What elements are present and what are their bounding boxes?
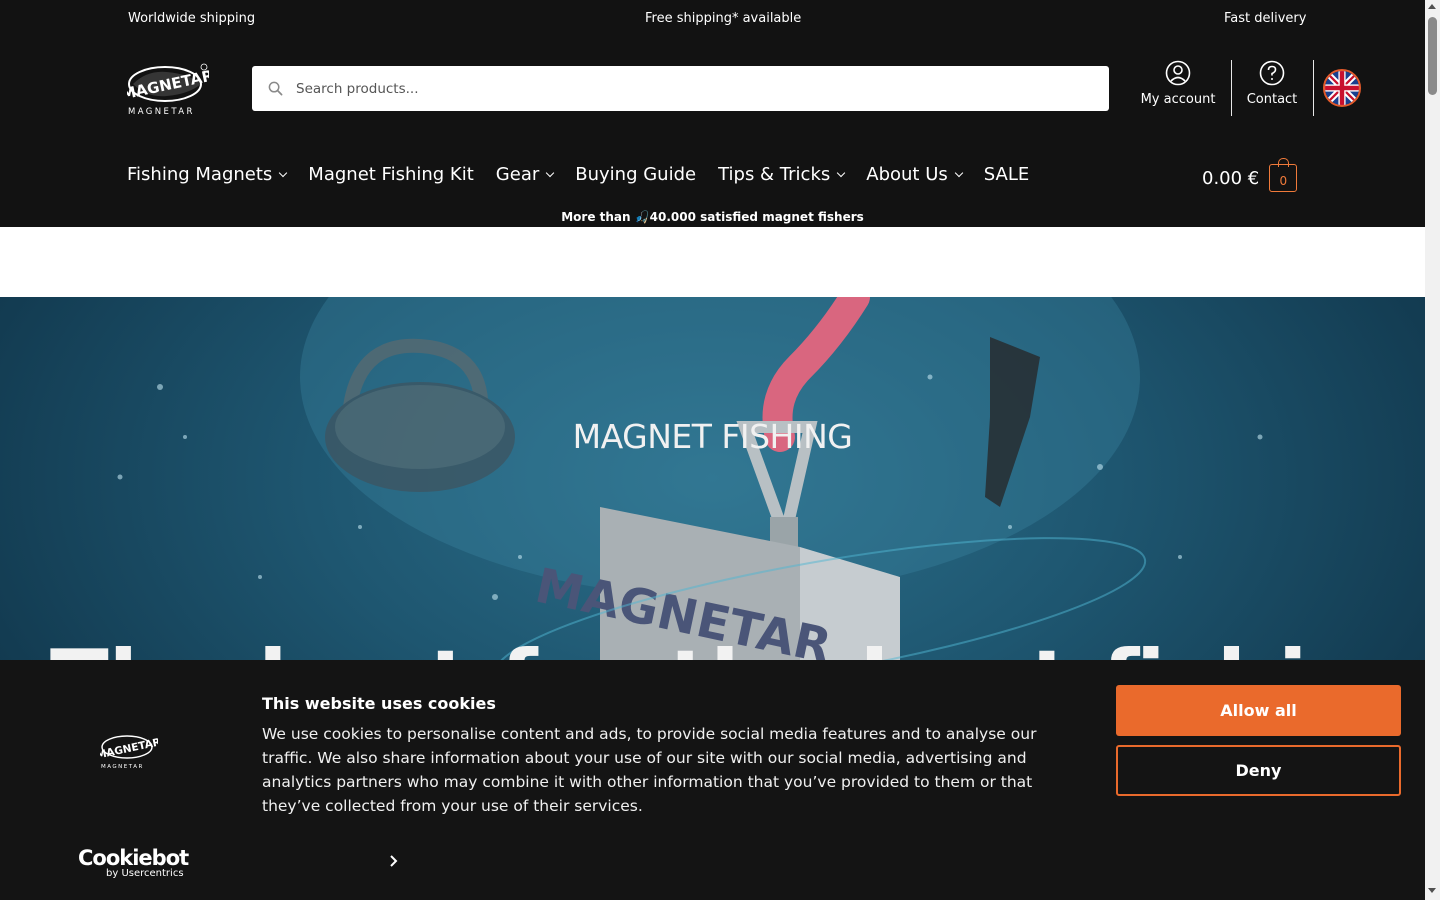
nav-sale[interactable]: SALE	[984, 164, 1029, 185]
allow-all-button[interactable]: Allow all	[1116, 685, 1401, 736]
cart-button[interactable]: 0.00 € 0	[1202, 158, 1298, 192]
spacer-strip	[0, 227, 1425, 297]
cookiebot-brand: Cookiebot	[78, 846, 189, 870]
worldwide-shipping-text: Worldwide shipping	[128, 11, 256, 26]
question-icon	[1259, 60, 1285, 86]
divider	[1313, 60, 1314, 116]
search-icon[interactable]	[268, 81, 283, 96]
nav-label: SALE	[983, 164, 1030, 185]
chevron-down-icon	[546, 168, 555, 178]
uk-flag-icon[interactable]	[1323, 69, 1361, 107]
hero-title: MAGNET FISHING	[572, 417, 853, 456]
cookie-description: We use cookies to personalise content an…	[262, 725, 1037, 815]
nav-fishing-magnets[interactable]: Fishing Magnets	[127, 164, 288, 185]
my-account-link[interactable]: My account	[1140, 60, 1216, 107]
chevron-right-icon[interactable]	[388, 855, 400, 867]
free-shipping-text: Free shipping* available	[645, 11, 802, 26]
scroll-down-arrow-icon[interactable]	[1428, 888, 1436, 893]
magnetar-logo-small: MAGNETAR MAGNETAR	[100, 735, 158, 770]
chevron-down-icon	[837, 168, 846, 178]
cart-total: 0.00 €	[1202, 167, 1260, 189]
scroll-up-arrow-icon[interactable]	[1428, 4, 1436, 9]
logo-wordmark: MAGNETAR	[128, 107, 195, 117]
my-account-label: My account	[1140, 92, 1216, 107]
contact-link[interactable]: Contact	[1240, 60, 1304, 107]
announcement-bar: Worldwide shipping Free shipping* availa…	[0, 0, 1425, 36]
main-nav: Fishing Magnets Magnet Fishing Kit Gear …	[127, 164, 1051, 185]
satisfied-customers-tagline: More than 🎣40.000 satisfied magnet fishe…	[561, 210, 864, 224]
divider	[1231, 60, 1232, 116]
nav-label: About Us	[866, 164, 948, 185]
cart-bag-icon: 0	[1269, 158, 1298, 192]
fast-delivery-text: Fast delivery	[1224, 11, 1307, 26]
nav-label: Gear	[495, 164, 540, 185]
contact-label: Contact	[1246, 92, 1298, 107]
nav-magnet-fishing-kit[interactable]: Magnet Fishing Kit	[308, 164, 474, 185]
chevron-down-icon	[279, 168, 288, 178]
deny-button[interactable]: Deny	[1116, 745, 1401, 796]
search-bar	[252, 66, 1109, 111]
site-header: MAGNETAR MAGNETAR My account Contact	[0, 36, 1425, 227]
nav-about-us[interactable]: About Us	[866, 164, 964, 185]
nav-gear[interactable]: Gear	[495, 164, 555, 185]
cookiebot-brand-sub: by Usercentrics	[106, 868, 184, 879]
chevron-down-icon	[954, 168, 964, 178]
cart-count: 0	[1279, 174, 1288, 188]
scrollbar[interactable]	[1425, 0, 1440, 900]
cookie-consent-banner: MAGNETAR MAGNETAR This website uses cook…	[0, 660, 1425, 900]
cookiebot-logo[interactable]: Cookiebot by Usercentrics	[78, 846, 189, 879]
scrollbar-thumb[interactable]	[1428, 17, 1437, 95]
nav-label: Fishing Magnets	[127, 164, 273, 185]
search-input[interactable]	[296, 66, 1096, 111]
svg-text:MAGNETAR: MAGNETAR	[101, 764, 144, 770]
nav-label: Buying Guide	[575, 164, 697, 185]
nav-buying-guide[interactable]: Buying Guide	[575, 164, 696, 185]
user-icon	[1165, 60, 1191, 86]
cookie-title: This website uses cookies	[262, 694, 496, 713]
nav-tips-tricks[interactable]: Tips & Tricks	[718, 164, 846, 185]
nav-label: Tips & Tricks	[718, 164, 831, 185]
magnetar-logo[interactable]: MAGNETAR MAGNETAR	[127, 62, 209, 118]
nav-label: Magnet Fishing Kit	[308, 164, 474, 185]
